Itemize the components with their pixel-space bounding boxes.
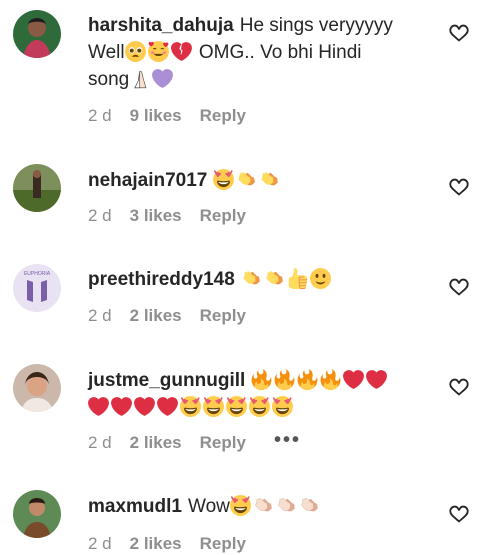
heart-eyes-icon bbox=[226, 396, 247, 417]
comment-meta: 2 d 9 likes Reply bbox=[88, 106, 264, 126]
heart-eyes-icon bbox=[272, 396, 293, 417]
more-options-icon[interactable]: ••• bbox=[274, 429, 301, 452]
reply-button[interactable]: Reply bbox=[200, 306, 246, 326]
reply-button[interactable]: Reply bbox=[200, 106, 246, 126]
username[interactable]: harshita_dahuja bbox=[88, 15, 234, 36]
comment-body: justme_gunnugill bbox=[88, 367, 436, 421]
comment-body: preethireddy148 bbox=[88, 266, 436, 293]
likes-count[interactable]: 9 likes bbox=[130, 106, 182, 126]
clapping-hands-icon bbox=[264, 268, 285, 289]
fire-icon bbox=[274, 369, 295, 390]
red-heart-icon bbox=[343, 369, 364, 390]
comment-meta: 2 d 3 likes Reply bbox=[88, 206, 264, 226]
comment-meta: 2 d 2 likes Reply ••• bbox=[88, 429, 319, 453]
username[interactable]: justme_gunnugill bbox=[88, 370, 245, 391]
pleading-face-icon bbox=[125, 41, 146, 62]
avatar[interactable] bbox=[13, 10, 61, 58]
clapping-hands-light-icon bbox=[253, 495, 274, 516]
likes-count[interactable]: 3 likes bbox=[130, 206, 182, 226]
heart-outline-icon[interactable] bbox=[448, 503, 470, 525]
comment-text: song bbox=[88, 69, 130, 90]
praying-hands-icon bbox=[129, 68, 150, 89]
clapping-hands-icon bbox=[241, 268, 262, 289]
heart-eyes-icon bbox=[213, 169, 234, 190]
smiling-face-with-hearts-icon bbox=[148, 41, 169, 62]
heart-outline-icon[interactable] bbox=[448, 376, 470, 398]
username[interactable]: maxmudl1 bbox=[88, 496, 182, 517]
red-heart-icon bbox=[88, 396, 109, 417]
avatar[interactable] bbox=[13, 164, 61, 212]
likes-count[interactable]: 2 likes bbox=[130, 433, 182, 453]
username[interactable]: nehajain7017 bbox=[88, 170, 207, 191]
likes-count[interactable]: 2 likes bbox=[130, 534, 182, 554]
red-heart-icon bbox=[157, 396, 178, 417]
comment-text: OMG.. Vo bhi Hindi bbox=[198, 42, 362, 63]
fire-icon bbox=[320, 369, 341, 390]
clapping-hands-light-icon bbox=[299, 495, 320, 516]
comment-body: maxmudl1 Wow bbox=[88, 493, 436, 520]
comment-body: nehajain7017 bbox=[88, 167, 436, 194]
clapping-hands-icon bbox=[259, 169, 280, 190]
heart-outline-icon[interactable] bbox=[448, 276, 470, 298]
timestamp: 2 d bbox=[88, 433, 112, 452]
username[interactable]: preethireddy148 bbox=[88, 269, 235, 290]
comment-meta: 2 d 2 likes Reply bbox=[88, 534, 264, 554]
heart-eyes-icon bbox=[203, 396, 224, 417]
clapping-hands-light-icon bbox=[276, 495, 297, 516]
heart-outline-icon[interactable] bbox=[448, 176, 470, 198]
heart-eyes-icon bbox=[180, 396, 201, 417]
red-heart-icon bbox=[134, 396, 155, 417]
timestamp: 2 d bbox=[88, 306, 112, 325]
red-heart-icon bbox=[111, 396, 132, 417]
timestamp: 2 d bbox=[88, 106, 112, 125]
comment-meta: 2 d 2 likes Reply bbox=[88, 306, 264, 326]
likes-count[interactable]: 2 likes bbox=[130, 306, 182, 326]
avatar[interactable]: EUPHORIA bbox=[13, 264, 61, 312]
comment-text: Wow bbox=[187, 496, 230, 517]
avatar[interactable] bbox=[13, 364, 61, 412]
fire-icon bbox=[297, 369, 318, 390]
avatar-logo-text: EUPHORIA bbox=[24, 271, 51, 277]
mending-heart-icon bbox=[171, 41, 192, 62]
heart-outline-icon[interactable] bbox=[448, 22, 470, 44]
timestamp: 2 d bbox=[88, 534, 112, 553]
comment-text: Well bbox=[88, 42, 125, 63]
heart-eyes-icon bbox=[230, 495, 251, 516]
comment-body: harshita_dahuja He sings veryyyyy Well OM… bbox=[88, 12, 436, 93]
red-heart-icon bbox=[366, 369, 387, 390]
purple-heart-icon bbox=[152, 68, 173, 89]
clapping-hands-icon bbox=[236, 169, 257, 190]
fire-icon bbox=[251, 369, 272, 390]
reply-button[interactable]: Reply bbox=[200, 534, 246, 554]
timestamp: 2 d bbox=[88, 206, 112, 225]
thumbs-up-icon bbox=[287, 268, 308, 289]
smiling-face-icon bbox=[310, 268, 331, 289]
reply-button[interactable]: Reply bbox=[200, 433, 246, 453]
avatar[interactable] bbox=[13, 490, 61, 538]
comment-text: He sings veryyyyy bbox=[239, 15, 393, 36]
heart-eyes-icon bbox=[249, 396, 270, 417]
reply-button[interactable]: Reply bbox=[200, 206, 246, 226]
